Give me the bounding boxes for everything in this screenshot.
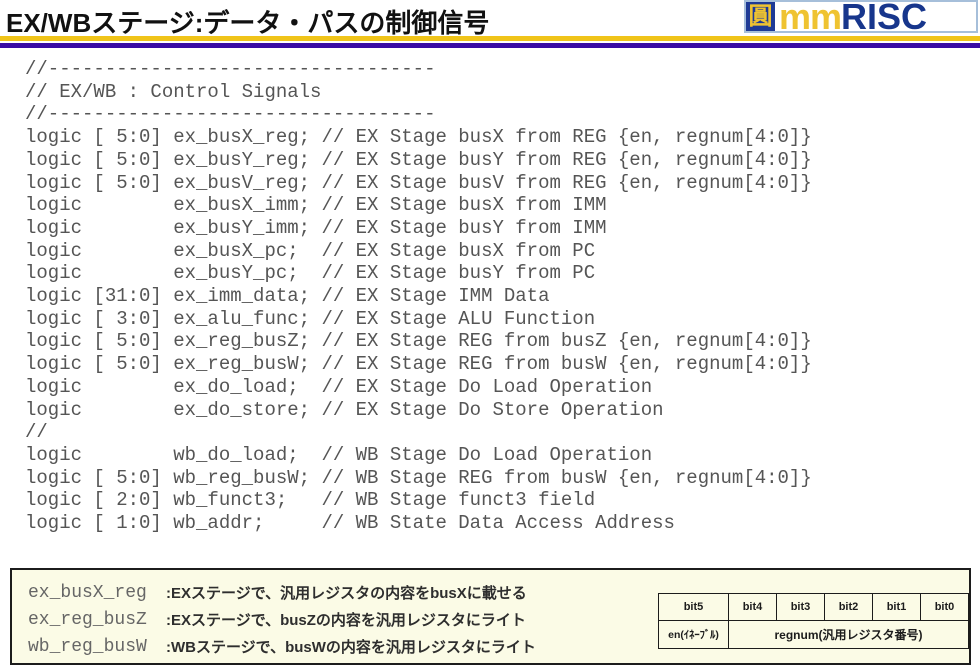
bitfield-header-row: bit5 bit4 bit3 bit2 bit1 bit0 — [659, 594, 969, 621]
legend-row-ex-busx-reg: ex_busX_reg :EXステージで、汎用レジスタの内容をbusXに載せる — [28, 579, 536, 606]
bitfield-value-row: en(ｲﾈｰﾌﾞﾙ) regnum(汎用レジスタ番号) — [659, 621, 969, 649]
bitfield-table: bit5 bit4 bit3 bit2 bit1 bit0 en(ｲﾈｰﾌﾞﾙ)… — [658, 593, 969, 649]
legend-row-ex-reg-busz: ex_reg_busZ :EXステージで、busZの内容を汎用レジスタにライト — [28, 606, 536, 633]
legend-signal-name: ex_busX_reg — [28, 583, 166, 603]
bitfield-header-bit4: bit4 — [728, 594, 776, 621]
legend-box: ex_busX_reg :EXステージで、汎用レジスタの内容をbusXに載せる … — [10, 568, 971, 665]
code-block: //---------------------------------- // … — [25, 58, 812, 535]
brand-text-risc: RISC — [841, 2, 927, 31]
legend-signal-desc: :WBステージで、busWの内容を汎用レジスタにライト — [166, 636, 536, 657]
legend-row-wb-reg-busw: wb_reg_busW :WBステージで、busWの内容を汎用レジスタにライト — [28, 633, 536, 660]
bitfield-header-bit5: bit5 — [659, 594, 729, 621]
brand-icon: 圓 — [746, 2, 775, 31]
slide: EX/WBステージ:データ・パスの制御信号 圓 mm RISC //------… — [0, 0, 980, 670]
bitfield-regnum-cell: regnum(汎用レジスタ番号) — [728, 621, 968, 649]
legend-signal-desc: :EXステージで、busZの内容を汎用レジスタにライト — [166, 609, 526, 630]
bitfield-header-bit0: bit0 — [920, 594, 968, 621]
legend-signal-desc: :EXステージで、汎用レジスタの内容をbusXに載せる — [166, 582, 527, 603]
legend-signal-name: wb_reg_busW — [28, 637, 166, 657]
bitfield-header-bit3: bit3 — [776, 594, 824, 621]
bitfield-en-cell: en(ｲﾈｰﾌﾞﾙ) — [659, 621, 729, 649]
brand-logo: 圓 mm RISC — [744, 0, 978, 33]
legend-rows: ex_busX_reg :EXステージで、汎用レジスタの内容をbusXに載せる … — [28, 579, 536, 660]
legend-signal-name: ex_reg_busZ — [28, 610, 166, 630]
page-title: EX/WBステージ:データ・パスの制御信号 — [6, 3, 489, 40]
bitfield-header-bit1: bit1 — [872, 594, 920, 621]
brand-text-mm: mm — [779, 2, 841, 31]
header-divider-purple — [0, 43, 980, 48]
bitfield-header-bit2: bit2 — [824, 594, 872, 621]
